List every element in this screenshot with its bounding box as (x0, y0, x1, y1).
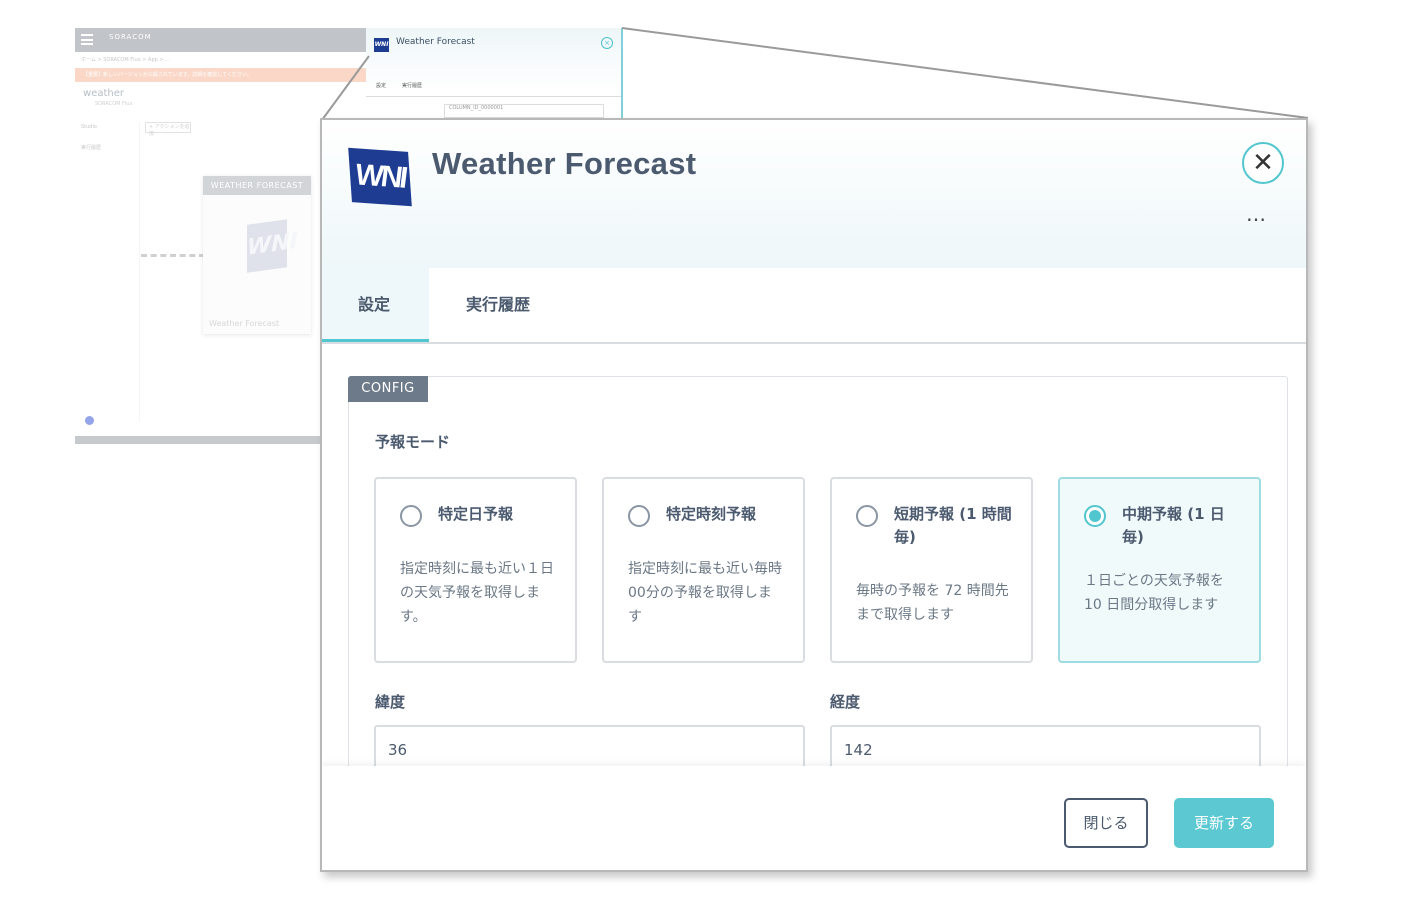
option-title: 短期予報 (1 時間毎) (894, 505, 1012, 546)
option-card-mid-term[interactable]: 中期予報 (1 日毎) １日ごとの天気予報を 10 日間分取得します (1058, 477, 1261, 663)
dialog-tabs: 設定 実行履歴 (322, 268, 1306, 344)
longitude-label: 経度 (830, 693, 861, 711)
radio-specific-time[interactable] (628, 505, 650, 527)
option-description: １日ごとの天気予報を 10 日間分取得します (1084, 573, 1224, 613)
zoom-line-right (621, 27, 1309, 119)
wni-logo-icon: WNI (348, 147, 412, 207)
option-description: 毎時の予報を 72 時間先まで取得します (856, 583, 1009, 623)
option-card-short-term[interactable]: 短期予報 (1 時間毎) 毎時の予報を 72 時間先まで取得します (830, 477, 1033, 663)
forecast-mode-label: 予報モード (375, 433, 451, 451)
config-badge: CONFIG (348, 376, 428, 402)
dialog-header: WNI Weather Forecast ✕ … (322, 120, 1306, 268)
radio-specific-day[interactable] (400, 505, 422, 527)
option-title: 中期予報 (1 日毎) (1122, 505, 1225, 546)
radio-mid-term[interactable] (1084, 505, 1106, 527)
option-title: 特定日予報 (438, 505, 514, 523)
dialog-title: Weather Forecast (432, 146, 697, 181)
close-button[interactable]: 閉じる (1064, 798, 1148, 848)
option-description: 指定時刻に最も近い毎時00分の予報を取得します (628, 561, 782, 625)
update-button[interactable]: 更新する (1174, 798, 1274, 848)
dialog-footer: 閉じる 更新する (322, 766, 1306, 870)
latitude-label: 緯度 (375, 693, 406, 711)
more-options-icon[interactable]: … (1246, 202, 1267, 226)
option-card-specific-day[interactable]: 特定日予報 指定時刻に最も近い１日の天気予報を取得します。 (374, 477, 577, 663)
option-card-specific-time[interactable]: 特定時刻予報 指定時刻に最も近い毎時00分の予報を取得します (602, 477, 805, 663)
option-description: 指定時刻に最も近い１日の天気予報を取得します。 (400, 561, 554, 625)
weather-forecast-dialog: WNI Weather Forecast ✕ … 設定 実行履歴 CONFIG … (320, 118, 1308, 872)
close-icon-button[interactable]: ✕ (1242, 142, 1284, 184)
option-title: 特定時刻予報 (666, 505, 757, 523)
radio-short-term[interactable] (856, 505, 878, 527)
tab-execution-history[interactable]: 実行履歴 (466, 268, 530, 342)
zoom-line-left (321, 55, 370, 121)
tab-settings[interactable]: 設定 (322, 268, 429, 342)
